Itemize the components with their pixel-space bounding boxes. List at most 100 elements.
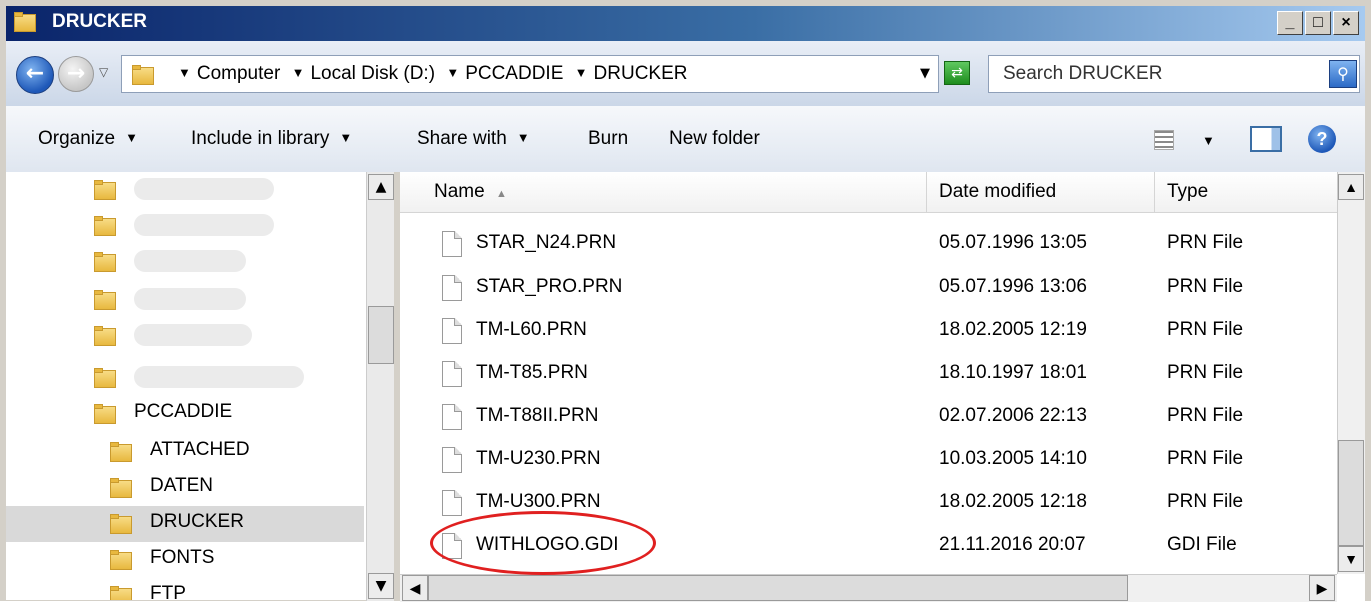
file-date: 18.10.1997 18:01 [939,362,1087,383]
scroll-right-button[interactable]: ▶ [1309,575,1335,601]
file-name: TM-L60.PRN [476,319,587,340]
file-row[interactable]: STAR_PRO.PRN 05.07.1996 13:06 PRN File [400,266,1337,308]
file-row[interactable]: TM-L60.PRN 18.02.2005 12:19 PRN File [400,309,1337,351]
scroll-thumb[interactable] [368,306,394,364]
file-name: STAR_PRO.PRN [476,276,623,297]
folder-icon [94,404,116,424]
file-row[interactable]: WITHLOGO.GDI 21.11.2016 20:07 GDI File [400,524,1337,566]
share-with-button[interactable]: Share with ▼ [417,128,530,150]
file-type: PRN File [1167,276,1244,297]
search-icon[interactable]: ⚲ [1329,60,1357,88]
forward-button[interactable]: → [58,56,94,92]
share-with-label: Share with [417,128,507,149]
breadcrumb-drucker[interactable]: DRUCKER [594,63,688,84]
back-arrow-icon: ← [25,61,45,86]
organize-label: Organize [38,128,116,149]
file-type: PRN File [1167,232,1244,253]
file-list-hscrollbar[interactable]: ◀ ▶ [400,574,1337,602]
help-icon[interactable]: ? [1308,125,1336,153]
tree-item-attached[interactable]: ATTACHED [110,434,364,470]
file-date: 05.07.1996 13:06 [939,276,1087,297]
redacted-label [134,324,252,346]
minimize-button[interactable]: _ [1277,11,1303,35]
chevron-down-icon[interactable]: ▼ [1202,133,1215,148]
chevron-down-icon[interactable]: ▼ [575,65,588,80]
column-name-header[interactable]: Name ▲ [400,172,927,212]
tree-item[interactable] [94,318,364,354]
breadcrumb-local-disk[interactable]: Local Disk (D:) [310,63,435,84]
tree-item[interactable] [94,172,364,208]
folder-icon [94,180,116,200]
title-bar: DRUCKER _ □ × [6,6,1365,41]
nav-scrollbar[interactable]: ▲ ▼ [366,172,395,601]
chevron-down-icon: ▼ [339,130,353,145]
redacted-label [134,214,274,236]
command-bar: Organize ▼ Include in library ▼ Share with… [6,106,1365,173]
tree-item-label: PCCADDIE [134,401,233,422]
redacted-label [134,250,246,272]
tree-item-ftp[interactable]: FTP [110,578,364,600]
sort-ascending-icon: ▲ [495,188,507,200]
file-row[interactable]: TM-U230.PRN 10.03.2005 14:10 PRN File [400,438,1337,480]
folder-icon [94,290,116,310]
folder-icon [110,586,132,600]
file-icon [442,318,462,344]
chevron-down-icon[interactable]: ▼ [292,65,305,80]
refresh-button[interactable]: ⇄ [944,61,970,85]
breadcrumb-pccaddie[interactable]: PCCADDIE [465,63,563,84]
back-button[interactable]: ← [16,56,54,94]
column-date-header[interactable]: Date modified [927,172,1155,212]
scroll-left-button[interactable]: ◀ [402,575,428,601]
file-date: 18.02.2005 12:18 [939,491,1087,512]
file-icon [442,361,462,387]
tree-item[interactable] [94,282,364,318]
address-field[interactable]: ▼ Computer ▼ Local Disk (D:) ▼ PCCADDIE ▼ DR… [121,55,939,93]
preview-pane-icon[interactable] [1250,126,1282,152]
file-name: STAR_N24.PRN [476,232,617,253]
scroll-thumb[interactable] [428,575,1128,601]
search-input[interactable]: Search DRUCKER ⚲ [988,55,1360,93]
chevron-down-icon[interactable]: ▼ [178,65,191,80]
breadcrumb-computer[interactable]: Computer [197,63,280,84]
file-list-vscrollbar[interactable]: ▲ ▼ [1337,172,1365,574]
tree-item[interactable] [94,208,364,244]
address-dropdown-icon[interactable]: ▼ [920,66,930,81]
breadcrumb: ▼ Computer ▼ Local Disk (D:) ▼ PCCADDIE ▼ DR… [172,63,687,85]
file-date: 02.07.2006 22:13 [939,405,1087,426]
forward-arrow-icon: → [66,61,86,86]
folder-icon [94,326,116,346]
chevron-down-icon: ▼ [516,130,530,145]
column-type-header[interactable]: Type [1155,172,1337,212]
scroll-up-button[interactable]: ▲ [368,174,394,200]
folder-icon [94,368,116,388]
tree-item[interactable] [94,360,364,396]
scroll-down-button[interactable]: ▼ [368,573,394,599]
tree-item[interactable] [94,244,364,280]
refresh-icon: ⇄ [951,65,963,81]
close-button[interactable]: × [1333,11,1359,35]
file-row[interactable]: TM-T88II.PRN 02.07.2006 22:13 PRN File [400,395,1337,437]
history-dropdown-icon[interactable]: ▽ [99,65,108,79]
chevron-down-icon: ▼ [125,130,138,145]
file-type: PRN File [1167,362,1244,383]
tree-item-drucker[interactable]: DRUCKER [6,506,364,542]
burn-button[interactable]: Burn [588,128,628,150]
file-row[interactable]: TM-T85.PRN 18.10.1997 18:01 PRN File [400,352,1337,394]
file-name: TM-T85.PRN [476,362,588,383]
file-name: WITHLOGO.GDI [476,534,619,555]
file-row[interactable]: TM-U300.PRN 18.02.2005 12:18 PRN File [400,481,1337,523]
file-row[interactable]: STAR_N24.PRN 05.07.1996 13:05 PRN File [400,222,1337,264]
maximize-button[interactable]: □ [1305,11,1331,35]
include-in-library-button[interactable]: Include in library ▼ [191,128,352,150]
scroll-thumb[interactable] [1338,440,1364,546]
new-folder-button[interactable]: New folder [669,128,760,150]
scroll-up-button[interactable]: ▲ [1338,174,1364,200]
tree-item-pccaddie[interactable]: PCCADDIE [94,396,364,432]
scroll-down-button[interactable]: ▼ [1338,546,1364,572]
view-options-icon[interactable] [1154,130,1174,150]
tree-item-daten[interactable]: DATEN [110,470,364,506]
tree-item-fonts[interactable]: FONTS [110,542,364,578]
chevron-down-icon[interactable]: ▼ [446,65,459,80]
organize-button[interactable]: Organize ▼ [38,128,138,150]
explorer-window: DRUCKER _ □ × ← → ▽ ▼ Computer ▼ Local Dis… [0,0,1371,602]
